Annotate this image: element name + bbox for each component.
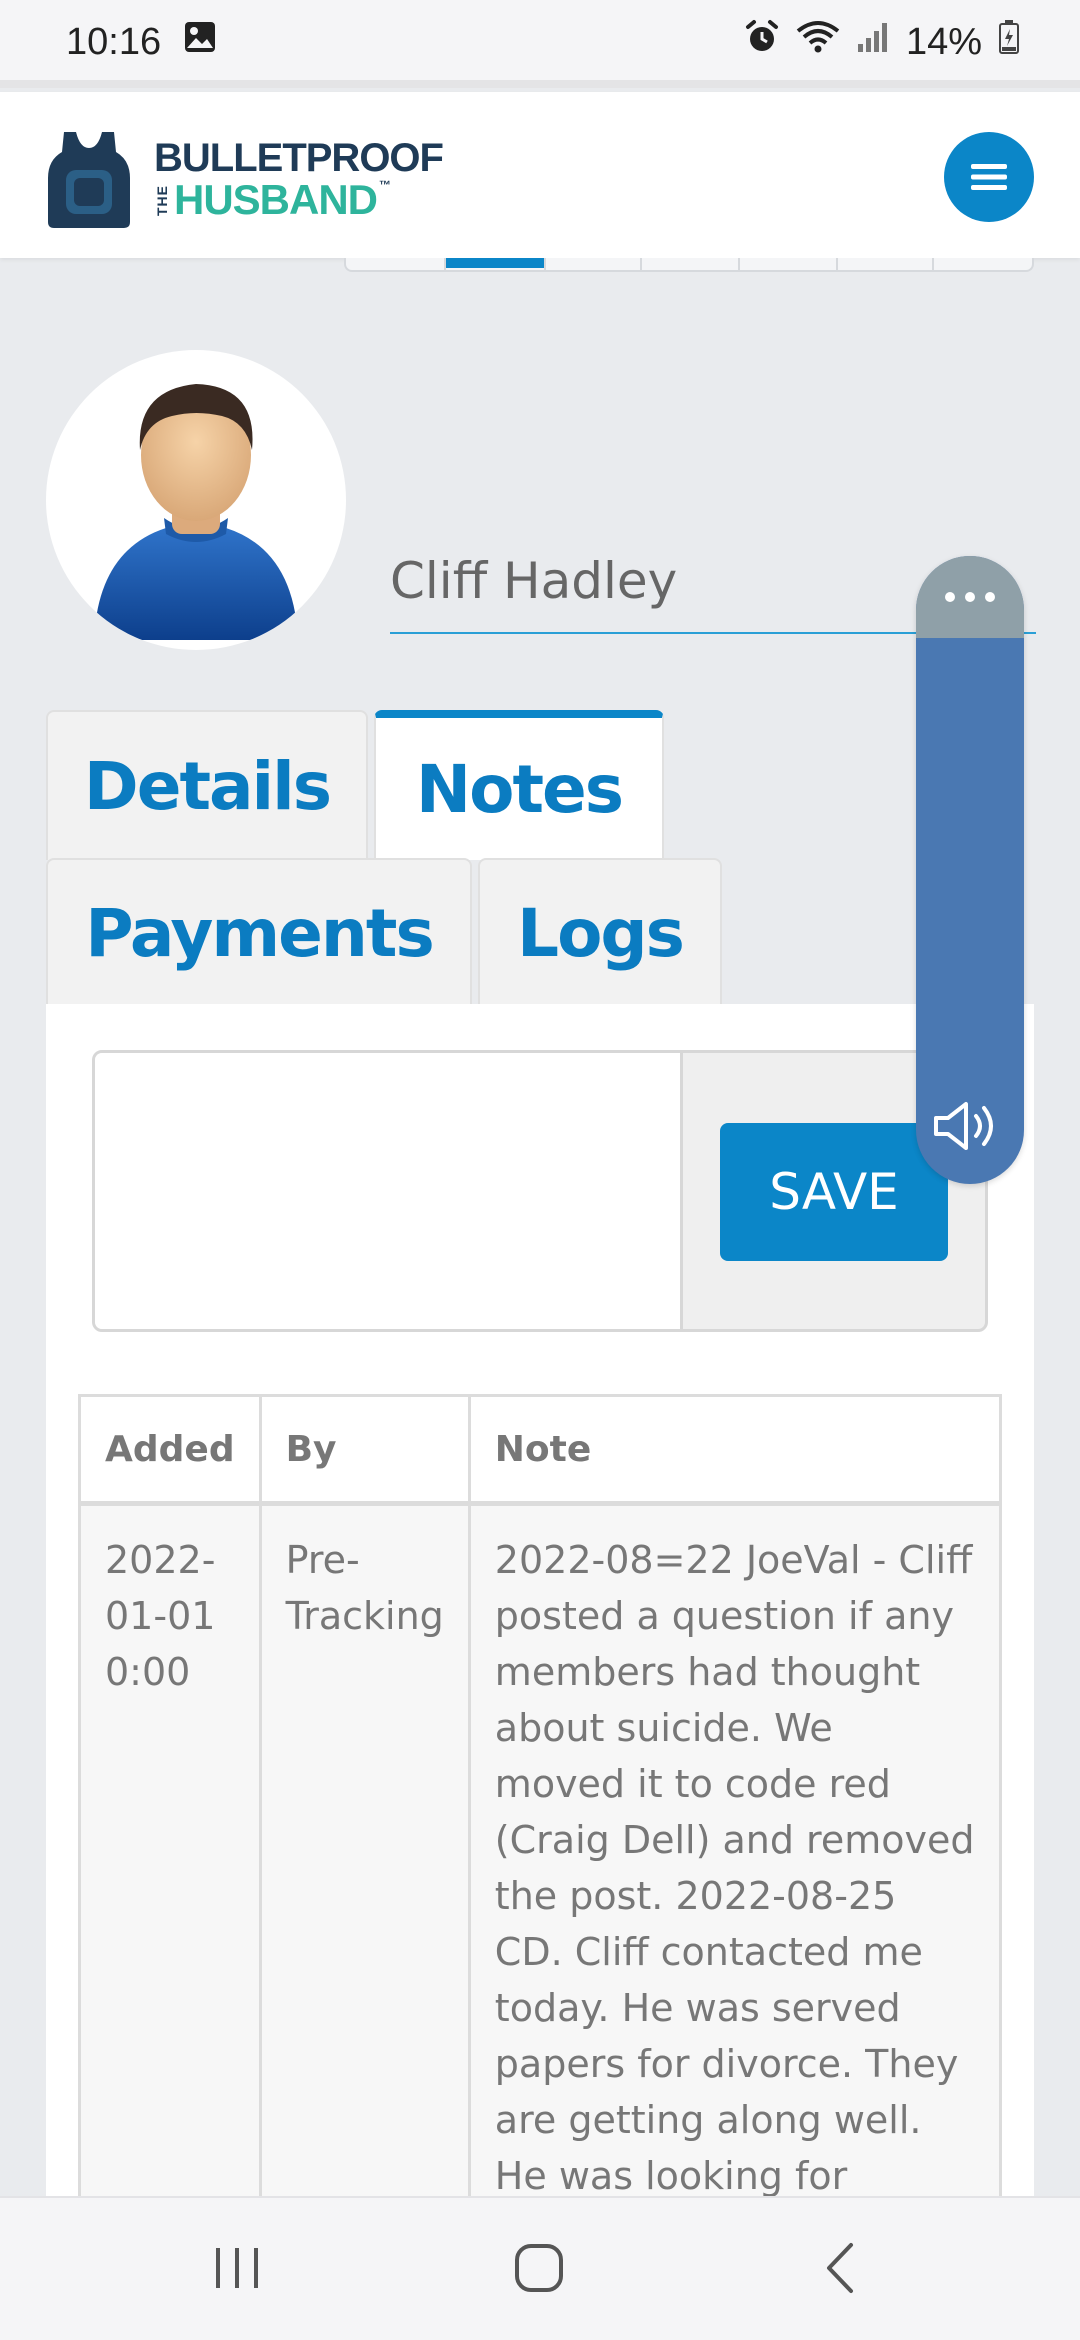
logo-trademark: ™ <box>379 178 391 192</box>
home-icon[interactable] <box>504 2238 574 2298</box>
navigation-bar <box>0 2196 1080 2340</box>
hamburger-icon <box>971 164 1007 190</box>
cell-note: 2022-08=22 JoeVal - Cliff posted a quest… <box>467 1502 1003 2305</box>
column-header-added[interactable]: Added <box>78 1394 262 1505</box>
battery-icon <box>998 19 1020 65</box>
wifi-icon <box>796 19 840 65</box>
top-tab-active-indicator <box>444 258 544 268</box>
speaker-icon[interactable] <box>930 1096 1010 1156</box>
tab-details[interactable]: Details <box>46 710 368 860</box>
column-header-note[interactable]: Note <box>467 1394 1003 1505</box>
recent-apps-icon[interactable] <box>202 2238 272 2298</box>
notes-table: Added By Note 2022-01-01 0:00 Pre-Tracki… <box>78 1394 1003 2305</box>
table-row[interactable]: 2022-01-01 0:00 Pre-Tracking 2022-08=22 … <box>78 1502 1003 2305</box>
menu-button[interactable] <box>944 132 1034 222</box>
column-header-by[interactable]: By <box>258 1394 471 1505</box>
back-icon[interactable] <box>806 2238 876 2298</box>
logo-text-bulletproof: BULLETPROOF <box>154 136 444 180</box>
logo-text-husband: HUSBAND <box>174 176 378 223</box>
save-button[interactable]: SAVE <box>720 1123 948 1261</box>
tab-logs[interactable]: Logs <box>478 858 722 1006</box>
cell-by: Pre-Tracking <box>258 1502 471 2305</box>
battery-text: 14% <box>905 20 982 63</box>
tab-payments[interactable]: Payments <box>46 858 472 1006</box>
logo-text-the: THE <box>154 184 170 216</box>
image-icon <box>183 20 217 64</box>
logo[interactable]: BULLETPROOF THE HUSBAND ™ <box>46 130 446 230</box>
top-tab-strip <box>344 258 1034 272</box>
note-textarea[interactable] <box>95 1053 683 1329</box>
app-header: BULLETPROOF THE HUSBAND ™ <box>0 92 1080 258</box>
floating-widget[interactable] <box>916 556 1024 1184</box>
alarm-icon <box>744 19 780 65</box>
avatar <box>46 350 346 650</box>
status-time: 10:16 <box>66 20 162 63</box>
status-bar: 10:16 14% <box>0 0 1080 88</box>
more-dots-icon[interactable] <box>916 556 1024 638</box>
table-header-row: Added By Note <box>78 1394 1003 1505</box>
cell-added: 2022-01-01 0:00 <box>78 1502 262 2305</box>
tab-notes[interactable]: Notes <box>374 710 664 860</box>
vest-logo-icon <box>48 132 130 228</box>
signal-icon <box>856 20 890 64</box>
